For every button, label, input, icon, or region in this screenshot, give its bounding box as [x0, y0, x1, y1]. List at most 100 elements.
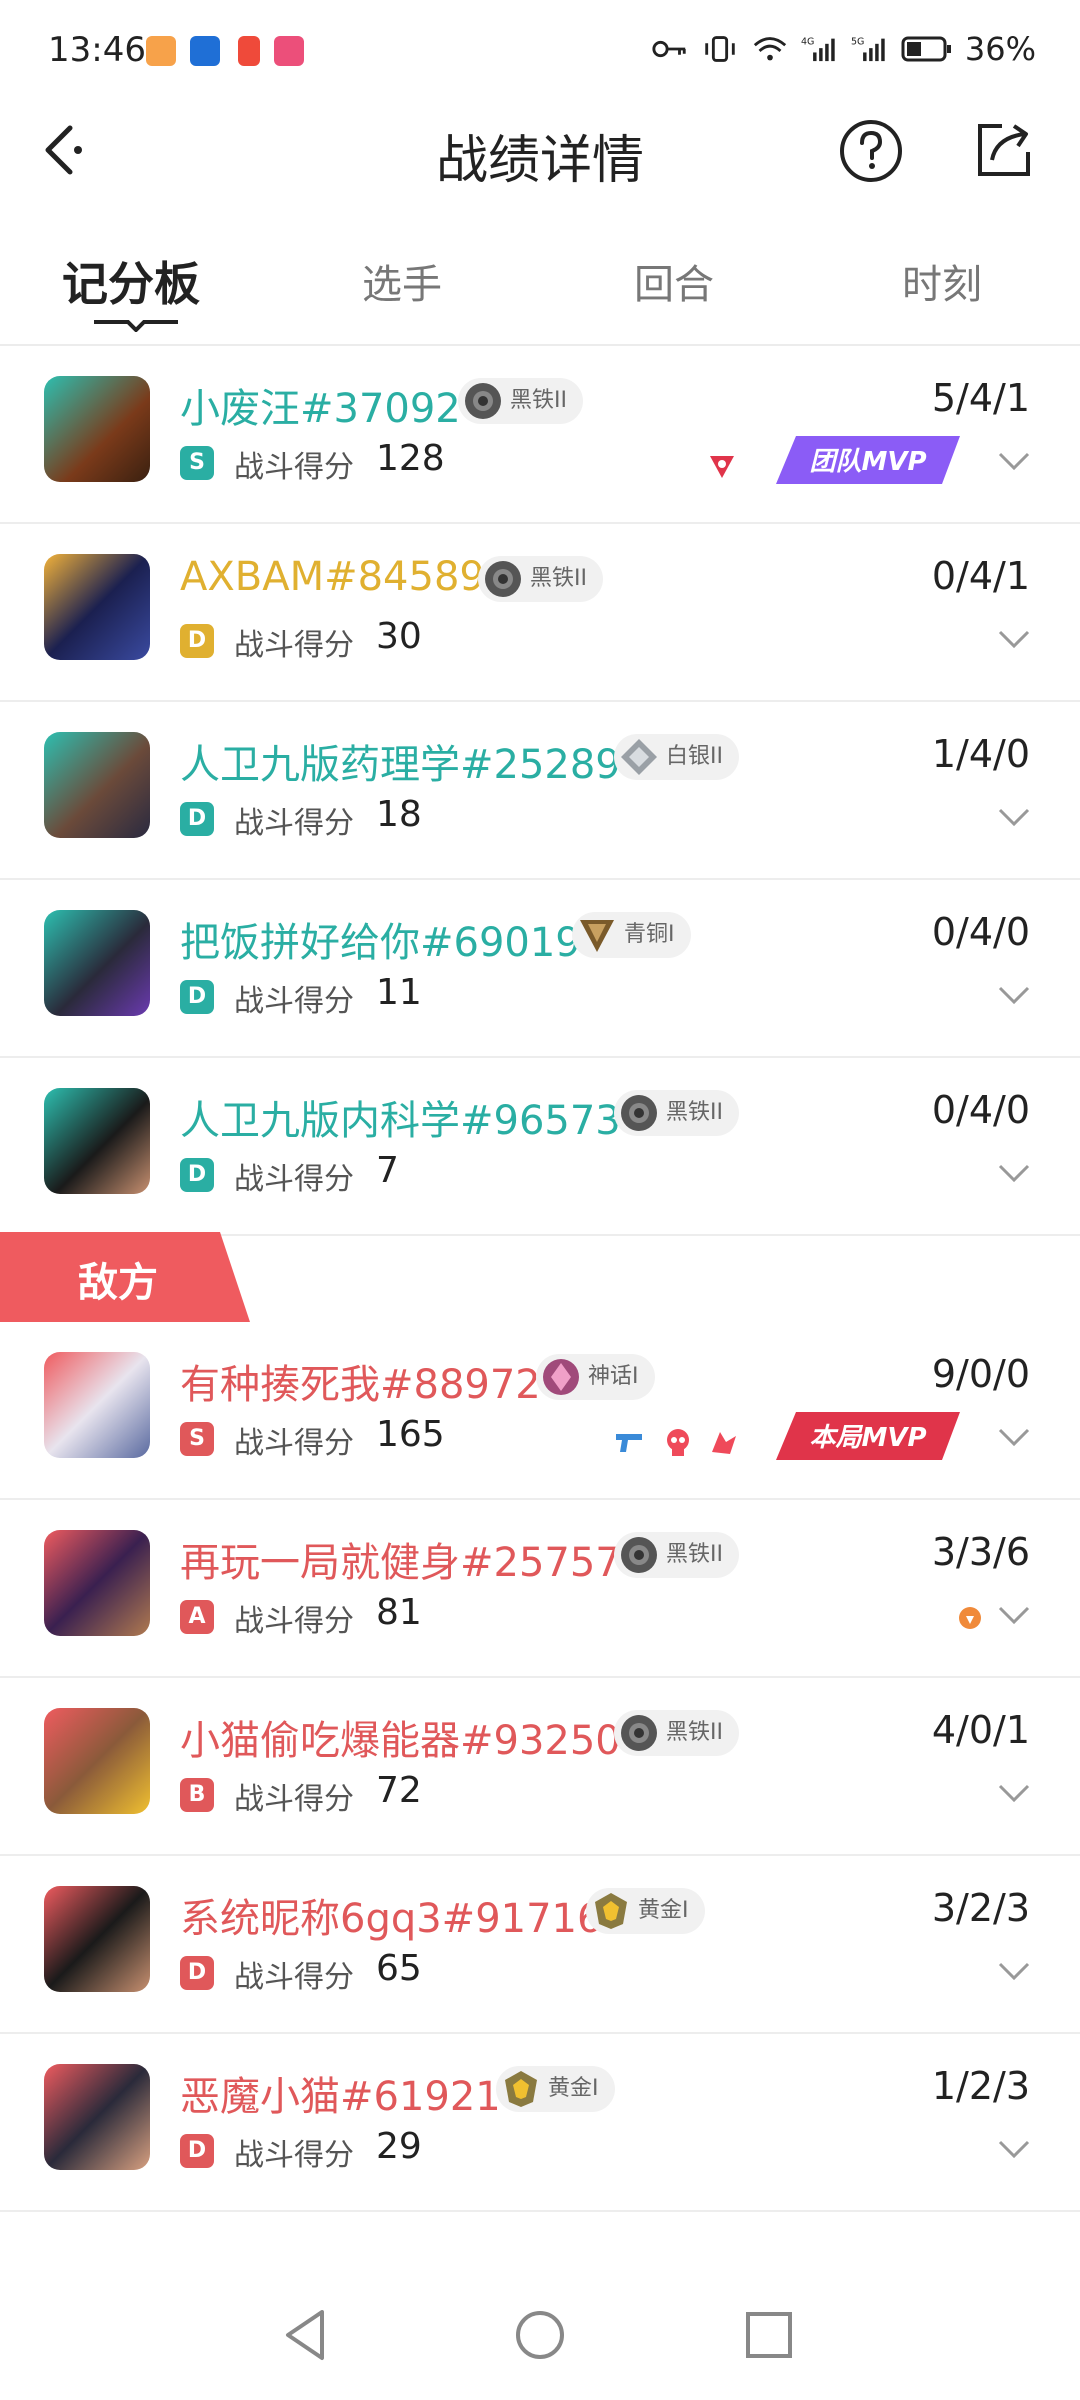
- score-label: 战斗得分: [234, 806, 354, 841]
- kda: 3/3/6: [931, 1530, 1030, 1574]
- rank-badge: 黄金I: [586, 1888, 705, 1934]
- notification-icon-orange: [146, 36, 176, 66]
- player-avatar: [44, 1886, 150, 1992]
- kda: 9/0/0: [931, 1352, 1030, 1396]
- player-row[interactable]: 系统昵称6gq3#91716 黄金I D 战斗得分 65 3/2/3: [0, 1856, 1080, 2034]
- rank-text: 黄金I: [548, 2076, 599, 2101]
- expand-chevron-icon[interactable]: [996, 1782, 1032, 1804]
- expand-chevron-icon[interactable]: [996, 1426, 1032, 1448]
- vibrate-icon: [705, 36, 735, 62]
- expand-chevron-icon[interactable]: [996, 628, 1032, 650]
- tab-moments[interactable]: 时刻: [902, 252, 982, 310]
- nav-home-icon[interactable]: [505, 2300, 575, 2370]
- tab-players[interactable]: 选手: [362, 252, 442, 310]
- score-label: 战斗得分: [234, 1960, 354, 1995]
- immortal-rank-icon: [543, 1359, 579, 1395]
- help-icon[interactable]: [838, 118, 904, 184]
- expand-chevron-icon[interactable]: [996, 984, 1032, 1006]
- gold-rank-icon: [595, 1893, 627, 1929]
- player-row[interactable]: 小废汪#37092 黑铁II S 战斗得分 128 5/4/1 团队MVP: [0, 346, 1080, 524]
- score-label: 战斗得分: [234, 1782, 354, 1817]
- score-value: 7: [376, 1150, 399, 1191]
- silver-rank-icon: [621, 739, 657, 775]
- signal-5g-icon: 5G: [851, 37, 885, 62]
- iron-rank-icon: [485, 561, 521, 597]
- assist-icon: [959, 1607, 981, 1629]
- grade-badge: D: [180, 1158, 214, 1192]
- player-row[interactable]: 小猫偷吃爆能器#93250 黑铁II B 战斗得分 72 4/0/1: [0, 1678, 1080, 1856]
- iron-rank-icon: [621, 1095, 657, 1131]
- score-label: 战斗得分: [234, 1604, 354, 1639]
- expand-chevron-icon[interactable]: [996, 450, 1032, 472]
- player-avatar: [44, 1088, 150, 1194]
- tab-rounds[interactable]: 回合: [634, 252, 714, 310]
- player-row[interactable]: 恶魔小猫#61921 黄金I D 战斗得分 29 1/2/3: [0, 2034, 1080, 2212]
- expand-chevron-icon[interactable]: [996, 806, 1032, 828]
- grade-badge: D: [180, 802, 214, 836]
- nav-back-icon[interactable]: [272, 2300, 342, 2370]
- active-tab-indicator: [94, 320, 178, 332]
- tab-bar: 记分板 选手 回合 时刻: [0, 240, 1080, 346]
- score-value: 81: [376, 1592, 422, 1633]
- grade-badge: B: [180, 1778, 214, 1812]
- status-time: 13:46: [48, 30, 146, 70]
- score-value: 11: [376, 972, 422, 1013]
- grade-badge: D: [180, 2134, 214, 2168]
- rank-badge: 黑铁II: [458, 378, 583, 424]
- tab-scoreboard[interactable]: 记分板: [62, 248, 200, 314]
- score-label: 战斗得分: [234, 450, 354, 485]
- score-value: 128: [376, 438, 445, 479]
- team-mvp-badge: 团队MVP: [776, 436, 960, 484]
- rank-text: 黑铁II: [666, 1100, 723, 1125]
- score-label: 战斗得分: [234, 1162, 354, 1197]
- player-row[interactable]: AXBAM#84589 黑铁II D 战斗得分 30 0/4/1: [0, 524, 1080, 702]
- svg-text:4G: 4G: [801, 37, 814, 48]
- player-row[interactable]: 人卫九版内科学#96573 黑铁II D 战斗得分 7 0/4/0: [0, 1058, 1080, 1236]
- rank-text: 青铜I: [624, 922, 675, 947]
- match-mvp-badge: 本局MVP: [776, 1412, 960, 1460]
- score-value: 65: [376, 1948, 422, 1989]
- score-value: 29: [376, 2126, 422, 2167]
- player-avatar: [44, 732, 150, 838]
- player-row[interactable]: 人卫九版药理学#25289 白银II D 战斗得分 18 1/4/0: [0, 702, 1080, 880]
- rank-text: 白银II: [666, 744, 723, 769]
- kda: 5/4/1: [931, 376, 1030, 420]
- pistol-icon: [616, 1434, 642, 1452]
- player-name: 人卫九版药理学#25289: [180, 742, 621, 788]
- rank-badge: 白银II: [614, 734, 739, 780]
- nav-recents-icon[interactable]: [734, 2300, 804, 2370]
- player-name: 小猫偷吃爆能器#93250: [180, 1718, 621, 1764]
- clutch-icon: [712, 1432, 736, 1454]
- rank-badge: 黑铁II: [478, 556, 603, 602]
- score-label: 战斗得分: [234, 984, 354, 1019]
- svg-text:5G: 5G: [851, 37, 864, 48]
- rank-text: 黑铁II: [666, 1720, 723, 1745]
- iron-rank-icon: [621, 1715, 657, 1751]
- iron-rank-icon: [465, 383, 501, 419]
- expand-chevron-icon[interactable]: [996, 1162, 1032, 1184]
- rank-badge: 神话I: [536, 1354, 655, 1400]
- expand-chevron-icon[interactable]: [996, 2138, 1032, 2160]
- iron-rank-icon: [621, 1537, 657, 1573]
- player-name: 系统昵称6gq3#91716: [180, 1896, 603, 1942]
- kda: 4/0/1: [931, 1708, 1030, 1752]
- player-row[interactable]: 再玩一局就健身#25757 黑铁II A 战斗得分 81 3/3/6: [0, 1500, 1080, 1678]
- share-icon[interactable]: [972, 120, 1034, 182]
- svg-text:团队MVP: 团队MVP: [809, 447, 926, 477]
- kda: 0/4/0: [931, 910, 1030, 954]
- player-row[interactable]: 把饭拼好给你#69019 青铜I D 战斗得分 11 0/4/0: [0, 880, 1080, 1058]
- first-blood-icon: [710, 456, 734, 478]
- player-row[interactable]: 有种揍死我#88972 神话I S 战斗得分 165 9/0/0 本局MVP: [0, 1322, 1080, 1500]
- rank-badge: 黑铁II: [614, 1532, 739, 1578]
- player-avatar: [44, 1530, 150, 1636]
- page-title: 战绩详情: [435, 131, 644, 191]
- player-name: 恶魔小猫#61921: [180, 2074, 501, 2120]
- expand-chevron-icon[interactable]: [996, 1604, 1032, 1626]
- wifi-icon: [753, 37, 787, 61]
- score-value: 72: [376, 1770, 422, 1811]
- signal-4g-icon: 4G: [801, 37, 835, 62]
- expand-chevron-icon[interactable]: [996, 1960, 1032, 1982]
- player-avatar: [44, 376, 150, 482]
- rank-text: 黑铁II: [666, 1542, 723, 1567]
- kda: 3/2/3: [931, 1886, 1030, 1930]
